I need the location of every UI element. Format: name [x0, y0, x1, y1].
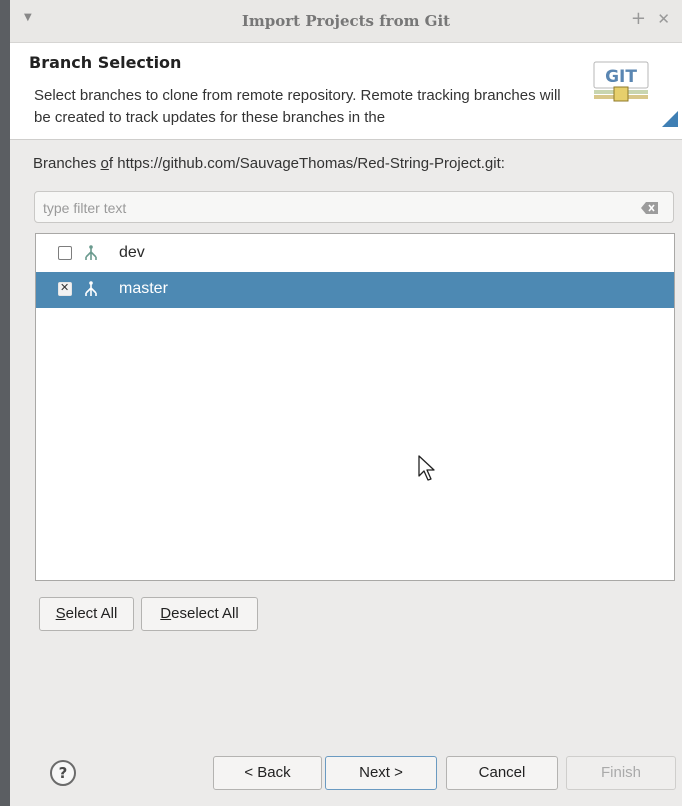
title-bar: ▼ Import Projects from Git + ✕ [10, 0, 682, 43]
next-button[interactable]: Next > [325, 756, 437, 790]
git-logo-text: GIT [605, 67, 637, 87]
branch-checkbox[interactable]: ✕ [58, 281, 72, 296]
back-button[interactable]: < Back [213, 756, 322, 790]
wizard-header: Branch Selection Select branches to clon… [10, 43, 682, 140]
branch-row-master[interactable]: ✕ master [36, 272, 674, 308]
mouse-cursor-icon [418, 455, 435, 481]
branch-icon [85, 245, 97, 260]
branch-list[interactable]: dev ✕ master [35, 233, 675, 581]
filter-field[interactable] [34, 191, 674, 223]
filter-input[interactable] [41, 197, 635, 219]
branch-checkbox[interactable] [58, 246, 72, 260]
close-icon[interactable]: ✕ [657, 10, 670, 28]
clear-filter-icon[interactable] [641, 202, 659, 214]
git-logo-icon: GIT [593, 61, 649, 102]
deselect-all-button[interactable]: Deselect All [141, 597, 258, 631]
page-description: Select branches to clone from remote rep… [34, 87, 561, 126]
branch-name: master [119, 280, 168, 297]
branch-icon [85, 281, 97, 296]
branches-label: Branches of https://github.com/SauvageTh… [33, 155, 505, 172]
import-dialog: ▼ Import Projects from Git + ✕ Branch Se… [10, 0, 682, 806]
finish-button: Finish [566, 756, 676, 790]
branch-name: dev [119, 244, 145, 261]
select-all-button[interactable]: Select All [39, 597, 134, 631]
window-title: Import Projects from Git [241, 12, 451, 30]
cancel-button[interactable]: Cancel [446, 756, 558, 790]
branch-row-dev[interactable]: dev [36, 236, 674, 272]
page-title: Branch Selection [29, 53, 182, 72]
help-button[interactable]: ? [50, 760, 76, 786]
header-corner-decoration [662, 111, 678, 127]
maximize-icon[interactable]: + [631, 8, 646, 29]
